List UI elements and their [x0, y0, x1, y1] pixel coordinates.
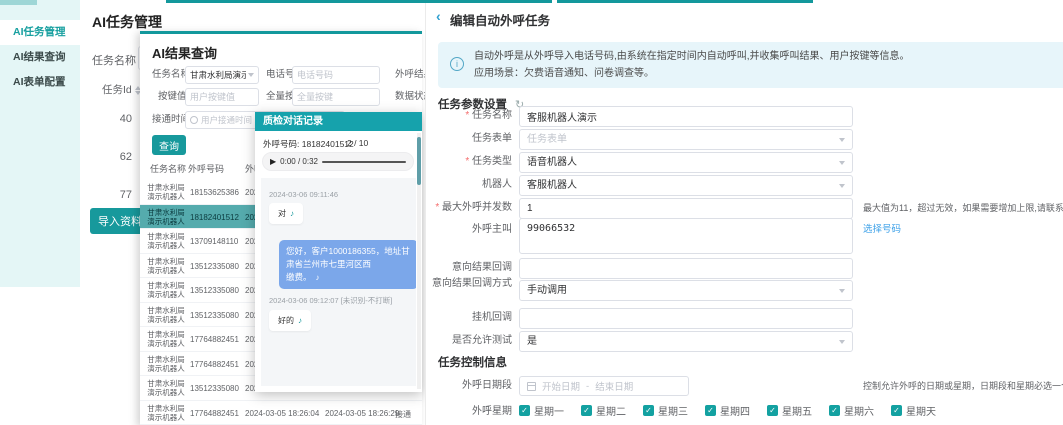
audio-progress-bar[interactable]: [322, 161, 406, 163]
info-icon: i: [450, 57, 464, 71]
allow-test-label: 是否允许测试: [426, 334, 512, 347]
choose-number-link[interactable]: 选择号码: [863, 221, 901, 235]
weekday-checkbox[interactable]: ✓星期天: [891, 403, 936, 418]
record-pager[interactable]: 2 / 10: [347, 138, 368, 148]
scrollbar-thumb[interactable]: [417, 137, 421, 185]
clock-icon: [190, 116, 198, 124]
intent-callback-label: 意向结果回调: [426, 261, 512, 274]
speaker-icon[interactable]: ♪: [290, 209, 294, 218]
sidebar-accent-bar: [0, 0, 37, 5]
info-alert: i 自动外呼是从外呼导入电话号码,由系统在指定时间内自动呼叫,并收集呼叫结果、用…: [438, 42, 1063, 88]
checkbox-checked-icon: ✓: [829, 405, 840, 416]
speaker-icon[interactable]: ♪: [298, 316, 302, 325]
result-panel-title: AI结果查询: [152, 43, 217, 62]
chevron-down-icon: [839, 138, 845, 142]
hangup-callback-label: 挂机回调: [426, 311, 512, 324]
task-type-label: 任务类型: [426, 155, 512, 168]
chat-message: 2024-03-06 09:11:46: [269, 190, 410, 199]
intent-method-label: 意向结果回调方式: [426, 277, 512, 290]
qc-dialog-modal: 质检对话记录 外呼号码: 18182401512 2 / 10 ▶ 0:00 /…: [255, 112, 422, 392]
task-form-label: 任务表单: [426, 132, 512, 145]
filter-task-name-select[interactable]: 甘肃水利局演示机器人: [185, 66, 259, 84]
task-id-list: 406277: [90, 100, 132, 214]
checkbox-checked-icon: ✓: [519, 405, 530, 416]
intent-method-select[interactable]: 手动调用: [519, 280, 853, 301]
chevron-down-icon: [839, 184, 845, 188]
weekday-checkbox[interactable]: ✓星期一: [519, 403, 564, 418]
task-name-label: 任务名称: [92, 52, 136, 68]
weekday-label: 外呼星期: [426, 405, 512, 418]
checkbox-checked-icon: ✓: [581, 405, 592, 416]
task-id-column-header[interactable]: 任务Id: [102, 82, 141, 97]
weekday-checkbox[interactable]: ✓星期二: [581, 403, 626, 418]
calendar-icon: [527, 382, 536, 391]
chat-message: 2024-03-06 09:12:07 [未识别-不打断]: [269, 295, 410, 306]
sidebar-item[interactable]: AI结果查询: [0, 45, 80, 70]
concurrency-input[interactable]: [519, 198, 853, 219]
sidebar: AI任务管理AI结果查询AI表单配置: [0, 0, 80, 287]
robot-select[interactable]: 客服机器人: [519, 175, 853, 196]
weekday-checkbox[interactable]: ✓星期六: [829, 403, 874, 418]
chevron-down-icon: [839, 161, 845, 165]
sidebar-item[interactable]: AI表单配置: [0, 70, 80, 95]
filter-phone-input[interactable]: [292, 66, 380, 84]
top-accent-bar-left: [166, 0, 552, 3]
checkbox-checked-icon: ✓: [891, 405, 902, 416]
edit-panel-title: 编辑自动外呼任务: [450, 10, 550, 29]
task-type-select[interactable]: 语音机器人: [519, 152, 853, 173]
play-icon[interactable]: ▶: [270, 158, 276, 166]
task-id-cell[interactable]: 40: [90, 100, 132, 138]
weekday-checkbox[interactable]: ✓星期五: [767, 403, 812, 418]
task-name-input[interactable]: [519, 106, 853, 127]
table-row[interactable]: 甘肃水利局演示机器人 17764882451 2024-03-05 18:26:…: [140, 401, 422, 425]
checkbox-checked-icon: ✓: [643, 405, 654, 416]
chat-message: 好的♪: [269, 310, 311, 331]
filter-key-label: 按键值: [158, 88, 187, 106]
edit-outbound-task-panel: ‹ 编辑自动外呼任务 i 自动外呼是从外呼导入电话号码,由系统在指定时间内自动呼…: [425, 0, 1063, 425]
chevron-down-icon: [839, 289, 845, 293]
top-accent-bar-right: [557, 0, 813, 3]
weekday-checkbox[interactable]: ✓星期三: [643, 403, 688, 418]
weekday-checkbox-group: ✓星期一 ✓星期二 ✓星期三 ✓星期四 ✓星期五 ✓星期六 ✓星期天: [519, 403, 936, 418]
concurrency-hint: 最大值为11，超过无效，如果需要增加上限,请联系系统管理人员。: [863, 201, 1063, 214]
task-id-cell[interactable]: 62: [90, 138, 132, 176]
chat-message: 您好，客户1000186355，地址甘肃省兰州市七里河区西 缴费。♪: [279, 240, 416, 289]
chevron-down-icon: [839, 340, 845, 344]
concurrency-label: 最大外呼并发数: [426, 201, 512, 214]
weekday-checkbox[interactable]: ✓星期四: [705, 403, 750, 418]
screen: AI任务管理 任务名称 任务Id 406277 导入资料 AI任务管理AI结果查…: [0, 0, 1063, 425]
checkbox-checked-icon: ✓: [767, 405, 778, 416]
robot-label: 机器人: [426, 178, 512, 191]
caller-textarea[interactable]: 99066532: [519, 218, 853, 254]
checkbox-checked-icon: ✓: [705, 405, 716, 416]
audio-time: 0:00 / 0:32: [280, 157, 318, 166]
callee-number: 外呼号码: 18182401512: [263, 138, 354, 150]
hangup-callback-input[interactable]: [519, 308, 853, 329]
speaker-icon[interactable]: ♪: [316, 273, 320, 282]
modal-scrollbar[interactable]: [417, 133, 421, 389]
audio-player: ▶ 0:00 / 0:32: [262, 152, 414, 171]
chevron-down-icon: [248, 73, 254, 77]
sidebar-item[interactable]: AI任务管理: [0, 20, 80, 45]
date-range-hint: 控制允许外呼的日期或星期，日期段和星期必选一个，也可以同时选择: [863, 379, 1063, 392]
allow-test-select[interactable]: 是: [519, 331, 853, 352]
task-name-label: 任务名称: [426, 109, 512, 122]
modal-title: 质检对话记录: [255, 112, 422, 131]
date-range-label: 外呼日期段: [426, 379, 512, 392]
page-title: AI任务管理: [92, 12, 162, 32]
back-button[interactable]: ‹: [436, 8, 441, 24]
task-form-select[interactable]: 任务表单: [519, 129, 853, 150]
query-button[interactable]: 查询: [152, 135, 186, 155]
intent-callback-input[interactable]: [519, 258, 853, 279]
section-task-control: 任务控制信息: [438, 354, 507, 370]
date-range-picker[interactable]: 开始日期 - 结束日期: [519, 376, 689, 396]
filter-key-input[interactable]: [185, 88, 259, 106]
filter-allkey-input[interactable]: [292, 88, 380, 106]
chat-transcript: 2024-03-06 09:11:46 对♪ 您好，客户1000186355，地…: [261, 178, 416, 386]
caller-label: 外呼主叫: [426, 223, 512, 236]
info-alert-text: 自动外呼是从外呼导入电话号码,由系统在指定时间内自动呼叫,并收集呼叫结果、用户按…: [474, 49, 910, 82]
chat-message: 对♪: [269, 203, 303, 224]
